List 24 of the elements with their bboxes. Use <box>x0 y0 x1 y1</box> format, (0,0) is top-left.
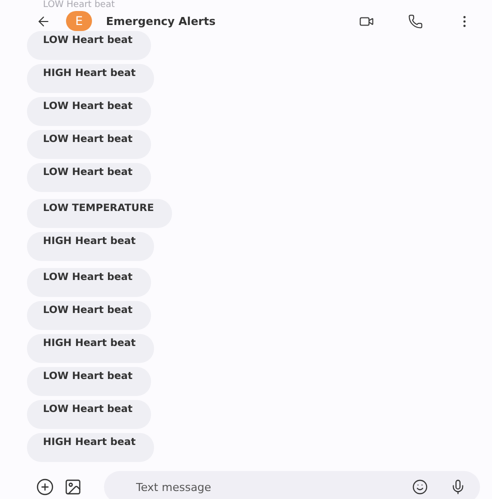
message-text: LOW Heart beat <box>43 0 115 10</box>
message-bubble: LOW Heart beat <box>27 130 151 159</box>
message-bubble: HIGH Heart beat <box>27 232 154 261</box>
message-bubble: LOW TEMPERATURE <box>27 199 172 228</box>
back-icon[interactable] <box>36 14 51 28</box>
conversation-title: Emergency Alerts <box>106 14 217 28</box>
message-bubble: LOW Heart beat <box>27 163 151 192</box>
message-bubble: LOW Heart beat <box>27 301 151 330</box>
message-bubble: LOW Heart beat <box>27 31 151 60</box>
message-bubble: LOW Heart beat <box>27 400 151 429</box>
contact-avatar: E <box>66 11 92 31</box>
message-bubble: LOW Heart beat <box>27 97 151 126</box>
message-bubble: HIGH Heart beat <box>27 334 154 363</box>
emoji-icon[interactable] <box>412 479 428 495</box>
mic-icon[interactable] <box>450 479 466 495</box>
message-bubble: HIGH Heart beat <box>27 64 154 93</box>
phone-icon[interactable] <box>408 14 423 28</box>
add-icon[interactable] <box>36 478 54 496</box>
message-field[interactable]: Text message <box>104 471 480 499</box>
message-bubble: LOW Heart beat <box>27 268 151 297</box>
text-input[interactable]: Text message <box>134 480 390 494</box>
gallery-icon[interactable] <box>64 478 82 496</box>
message-bubble: HIGH Heart beat <box>27 433 154 462</box>
message-bubble: LOW Heart beat <box>27 367 151 396</box>
